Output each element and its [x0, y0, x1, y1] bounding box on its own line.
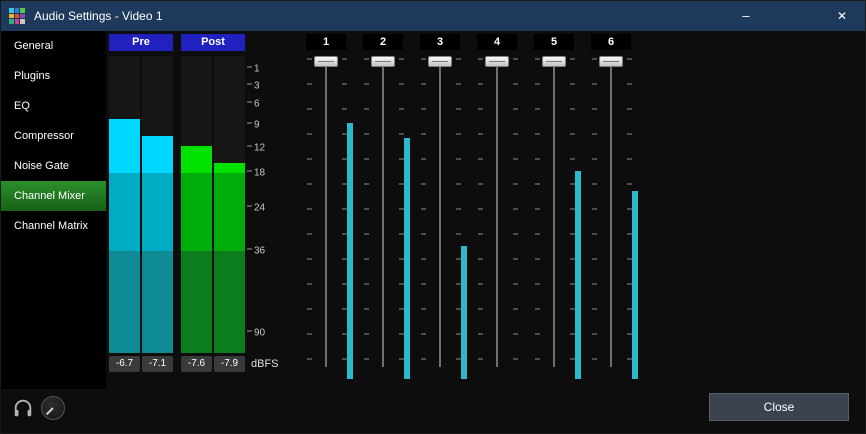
channel-number: 6 [591, 34, 631, 50]
fader-ticks-left [592, 58, 597, 371]
fader-handle[interactable] [485, 56, 509, 67]
fader-handle[interactable] [599, 56, 623, 67]
post-right-peak-value: -7.9 [214, 356, 245, 372]
scale-label: 18 [254, 168, 265, 179]
channel-strip-5: 5 [526, 34, 584, 390]
scale-label: 9 [254, 119, 260, 130]
db-scale: 1 3 6 9 12 18 24 36 90 [247, 56, 281, 353]
sidebar-item-general[interactable]: General [1, 31, 106, 61]
pre-meter-right [142, 56, 173, 353]
scale-tick [247, 171, 252, 172]
fader-handle[interactable] [371, 56, 395, 67]
dbfs-unit-label: dBFS [251, 358, 279, 370]
scale-label: 3 [254, 80, 260, 91]
scale-tick [247, 146, 252, 147]
post-meter-label: Post [181, 34, 245, 51]
sidebar-item-channel-matrix[interactable]: Channel Matrix [1, 211, 106, 241]
pre-left-peak-value: -6.7 [109, 356, 140, 372]
scale-tick [247, 206, 252, 207]
scale-tick [247, 67, 252, 68]
fader-ticks-left [307, 58, 312, 371]
post-left-peak-value: -7.6 [181, 356, 212, 372]
fader-track[interactable] [553, 61, 555, 367]
channel-meter [461, 59, 467, 379]
post-meter-left [181, 56, 212, 353]
scale-label: 1 [254, 64, 260, 75]
settings-sidebar: General Plugins EQ Compressor Noise Gate… [1, 31, 106, 389]
scale-label: 6 [254, 99, 260, 110]
close-window-button[interactable]: ✕ [819, 1, 865, 31]
fader-track[interactable] [382, 61, 384, 367]
monitor-volume-knob[interactable] [41, 396, 65, 420]
scale-label: 90 [254, 328, 265, 339]
headphones-monitor-button[interactable] [12, 397, 34, 419]
channel-number: 5 [534, 34, 574, 50]
window-title: Audio Settings - Video 1 [34, 9, 163, 23]
channel-strip-4: 4 [469, 34, 527, 390]
scale-tick [247, 83, 252, 84]
sidebar-item-noise-gate[interactable]: Noise Gate [1, 151, 106, 181]
channel-strip-2: 2 [355, 34, 413, 390]
fader-ticks-left [364, 58, 369, 371]
title-bar: Audio Settings - Video 1 – ✕ [1, 1, 865, 31]
pre-right-peak-value: -7.1 [142, 356, 173, 372]
audio-settings-window: Audio Settings - Video 1 – ✕ General Plu… [0, 0, 866, 434]
channel-strip-1: 1 [298, 34, 356, 390]
knob-pointer-icon [46, 407, 54, 415]
fader-ticks-left [478, 58, 483, 371]
fader-handle[interactable] [542, 56, 566, 67]
close-button[interactable]: Close [709, 393, 849, 421]
channel-meter [518, 59, 524, 379]
sidebar-item-eq[interactable]: EQ [1, 91, 106, 121]
fader-ticks-left [421, 58, 426, 371]
sidebar-item-plugins[interactable]: Plugins [1, 61, 106, 91]
scale-label: 12 [254, 143, 265, 154]
channel-meter [404, 59, 410, 379]
channel-meter [632, 59, 638, 379]
channel-number: 4 [477, 34, 517, 50]
scale-tick [247, 249, 252, 250]
scale-tick [247, 331, 252, 332]
sidebar-item-compressor[interactable]: Compressor [1, 121, 106, 151]
fader-track[interactable] [610, 61, 612, 367]
fader-track[interactable] [325, 61, 327, 367]
scale-label: 24 [254, 203, 265, 214]
scale-tick [247, 122, 252, 123]
sidebar-item-channel-mixer[interactable]: Channel Mixer [1, 181, 106, 211]
post-meter-right [214, 56, 245, 353]
minimize-button[interactable]: – [723, 1, 769, 31]
fader-ticks-left [535, 58, 540, 371]
fader-handle[interactable] [428, 56, 452, 67]
channel-meter [575, 59, 581, 379]
headphones-icon [12, 397, 34, 419]
app-icon [9, 8, 25, 24]
scale-label: 36 [254, 246, 265, 257]
channel-number: 2 [363, 34, 403, 50]
channel-number: 3 [420, 34, 460, 50]
channel-number: 1 [306, 34, 346, 50]
scale-tick [247, 102, 252, 103]
fader-track[interactable] [496, 61, 498, 367]
channel-strip-3: 3 [412, 34, 470, 390]
pre-meter-left [109, 56, 140, 353]
fader-track[interactable] [439, 61, 441, 367]
fader-handle[interactable] [314, 56, 338, 67]
channel-meter [347, 59, 353, 379]
pre-meter-label: Pre [109, 34, 173, 51]
channel-strip-6: 6 [583, 34, 641, 390]
